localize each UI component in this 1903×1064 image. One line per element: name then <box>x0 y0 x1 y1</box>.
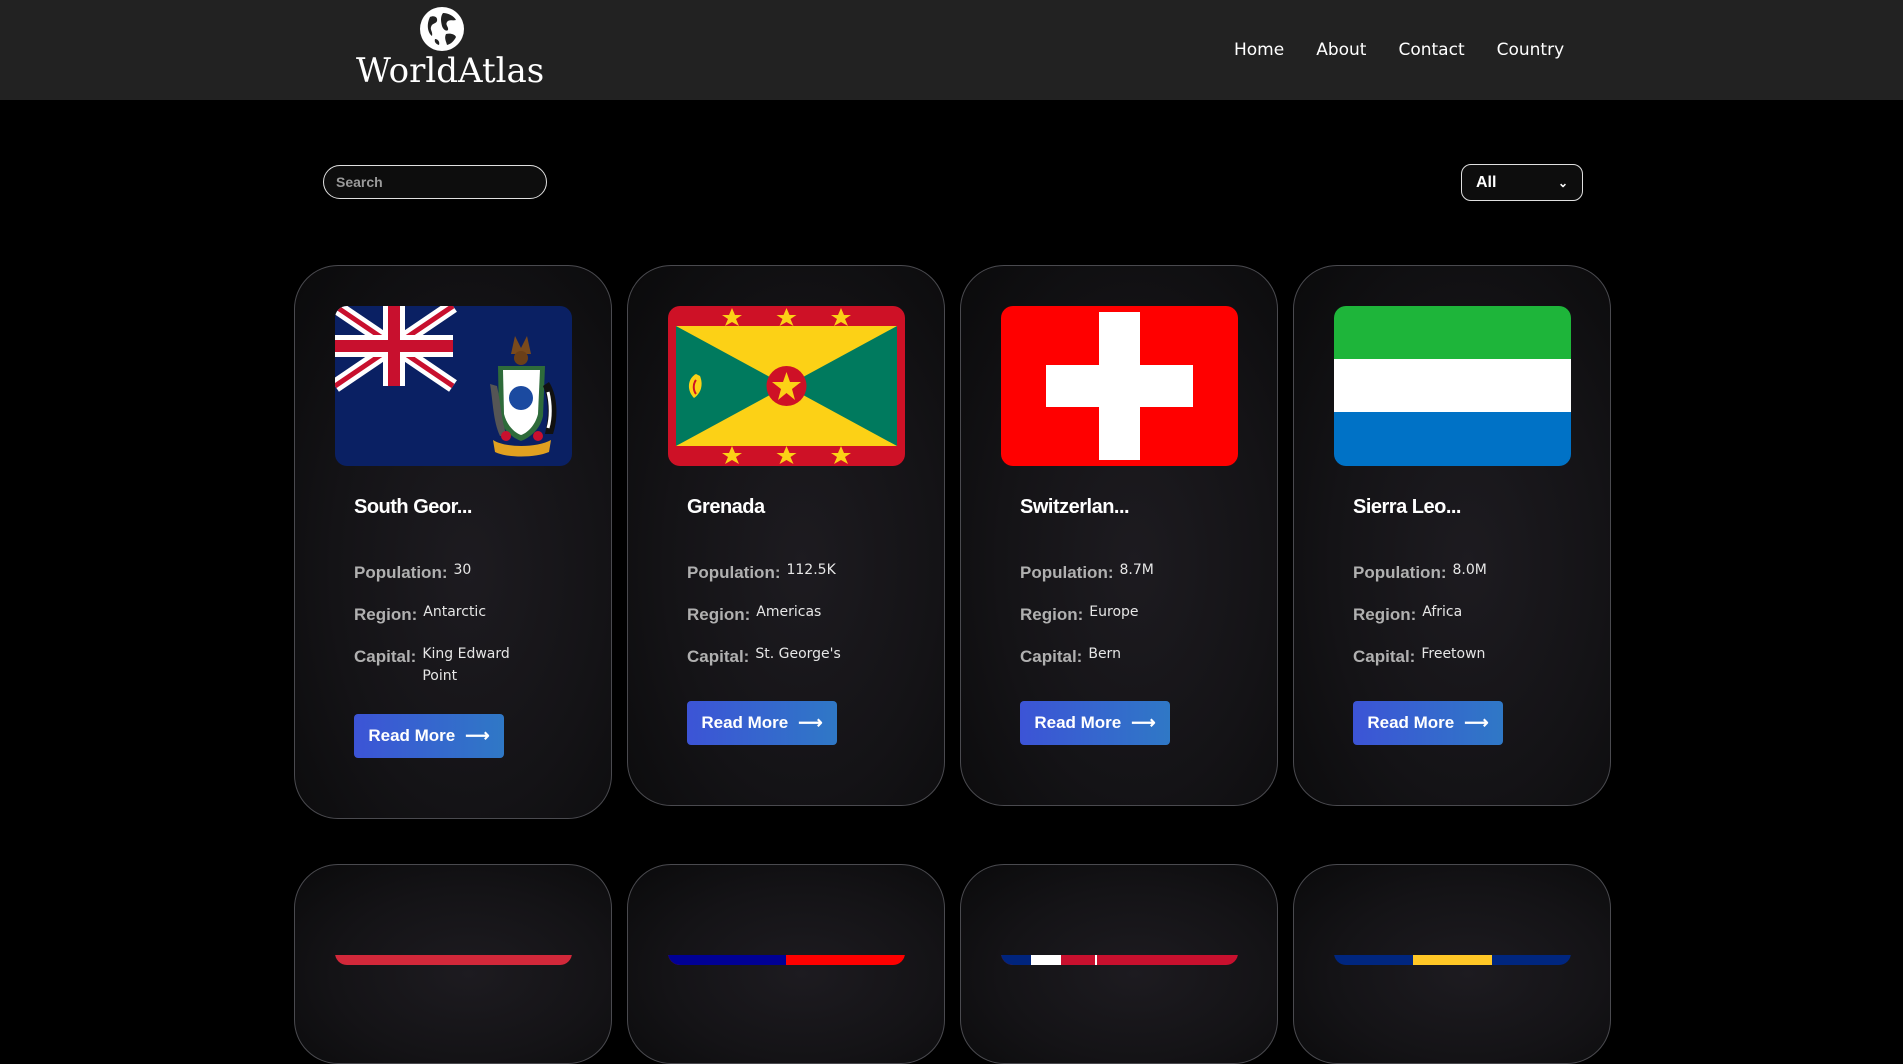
capital-value: King Edward Point <box>422 646 510 684</box>
country-card: Sierra Leo... Population: 8.0M Region: A… <box>1293 265 1611 806</box>
arrow-right-icon: ⟶ <box>798 713 823 732</box>
capital-row: Capital: St. George's <box>687 643 841 667</box>
country-name: Switzerlan... <box>1020 496 1130 518</box>
country-card <box>960 864 1278 1064</box>
capital-row: Capital: King Edward Point <box>354 643 527 687</box>
read-more-button[interactable]: Read More ⟶ <box>1020 701 1170 745</box>
capital-label: Capital: <box>354 647 417 666</box>
region-label: Region: <box>1020 605 1084 624</box>
read-more-button[interactable]: Read More ⟶ <box>687 701 837 745</box>
capital-row: Capital: Freetown <box>1353 643 1485 667</box>
region-value: Europe <box>1089 604 1139 620</box>
region-value: Antarctic <box>423 604 487 620</box>
sierra-leone-flag <box>1334 306 1571 466</box>
country-name: South Geor... <box>354 496 472 518</box>
country-name: Grenada <box>687 496 765 518</box>
region-row: Region: Africa <box>1353 601 1462 625</box>
population-value: 8.0M <box>1452 562 1487 578</box>
read-more-button[interactable]: Read More ⟶ <box>354 714 504 758</box>
region-value: Americas <box>756 604 822 620</box>
arrow-right-icon: ⟶ <box>1131 713 1156 732</box>
region-row: Region: Americas <box>687 601 821 625</box>
nav-home[interactable]: Home <box>1234 40 1284 60</box>
region-row: Region: Antarctic <box>354 601 486 625</box>
nav-country[interactable]: Country <box>1497 40 1565 60</box>
grenada-flag <box>668 306 905 466</box>
population-row: Population: 112.5K <box>687 559 836 583</box>
country-card: Grenada Population: 112.5K Region: Ameri… <box>627 265 945 806</box>
country-flag <box>335 905 572 965</box>
switzerland-flag <box>1001 306 1238 466</box>
population-row: Population: 30 <box>354 559 471 583</box>
capital-label: Capital: <box>1020 647 1083 666</box>
capital-value: Freetown <box>1421 646 1486 662</box>
arrow-right-icon: ⟶ <box>1464 713 1489 732</box>
read-more-label: Read More <box>1034 713 1122 732</box>
capital-label: Capital: <box>687 647 750 666</box>
population-label: Population: <box>1353 563 1447 582</box>
capital-row: Capital: Bern <box>1020 643 1121 667</box>
brand-name: WorldAtlas <box>356 51 545 91</box>
read-more-label: Read More <box>701 713 789 732</box>
globe-icon <box>420 7 464 51</box>
population-label: Population: <box>1020 563 1114 582</box>
capital-value: Bern <box>1088 646 1121 662</box>
site-logo[interactable]: WorldAtlas <box>356 5 545 91</box>
country-flag <box>668 905 905 965</box>
region-label: Region: <box>1353 605 1417 624</box>
region-label: Region: <box>354 605 418 624</box>
region-value: Africa <box>1422 604 1463 620</box>
region-row: Region: Europe <box>1020 601 1139 625</box>
filter-selected-value: All <box>1476 173 1497 191</box>
capital-value: St. George's <box>755 646 841 662</box>
capital-label: Capital: <box>1353 647 1416 666</box>
country-card: Switzerlan... Population: 8.7M Region: E… <box>960 265 1278 806</box>
search-input[interactable] <box>323 165 547 199</box>
site-header: WorldAtlas Home About Contact Country <box>0 0 1903 100</box>
population-value: 30 <box>453 562 472 578</box>
region-label: Region: <box>687 605 751 624</box>
population-label: Population: <box>354 563 448 582</box>
region-filter-select[interactable]: All ⌄ <box>1461 164 1583 201</box>
read-more-button[interactable]: Read More ⟶ <box>1353 701 1503 745</box>
country-name: Sierra Leo... <box>1353 496 1462 518</box>
country-card <box>294 864 612 1064</box>
south-georgia-flag <box>335 306 572 466</box>
population-row: Population: 8.0M <box>1353 559 1487 583</box>
nav-contact[interactable]: Contact <box>1398 40 1464 60</box>
population-row: Population: 8.7M <box>1020 559 1154 583</box>
population-value: 8.7M <box>1119 562 1154 578</box>
country-card <box>1293 864 1611 1064</box>
read-more-label: Read More <box>368 726 456 745</box>
country-card <box>627 864 945 1064</box>
read-more-label: Read More <box>1367 713 1455 732</box>
nav-about[interactable]: About <box>1316 40 1366 60</box>
arrow-right-icon: ⟶ <box>465 726 490 745</box>
population-value: 112.5K <box>786 562 836 578</box>
chevron-down-icon: ⌄ <box>1557 175 1568 190</box>
main-nav: Home About Contact Country <box>1234 40 1564 60</box>
population-label: Population: <box>687 563 781 582</box>
country-flag <box>1334 905 1571 965</box>
country-card: South Geor... Population: 30 Region: Ant… <box>294 265 612 819</box>
country-flag <box>1001 905 1238 965</box>
